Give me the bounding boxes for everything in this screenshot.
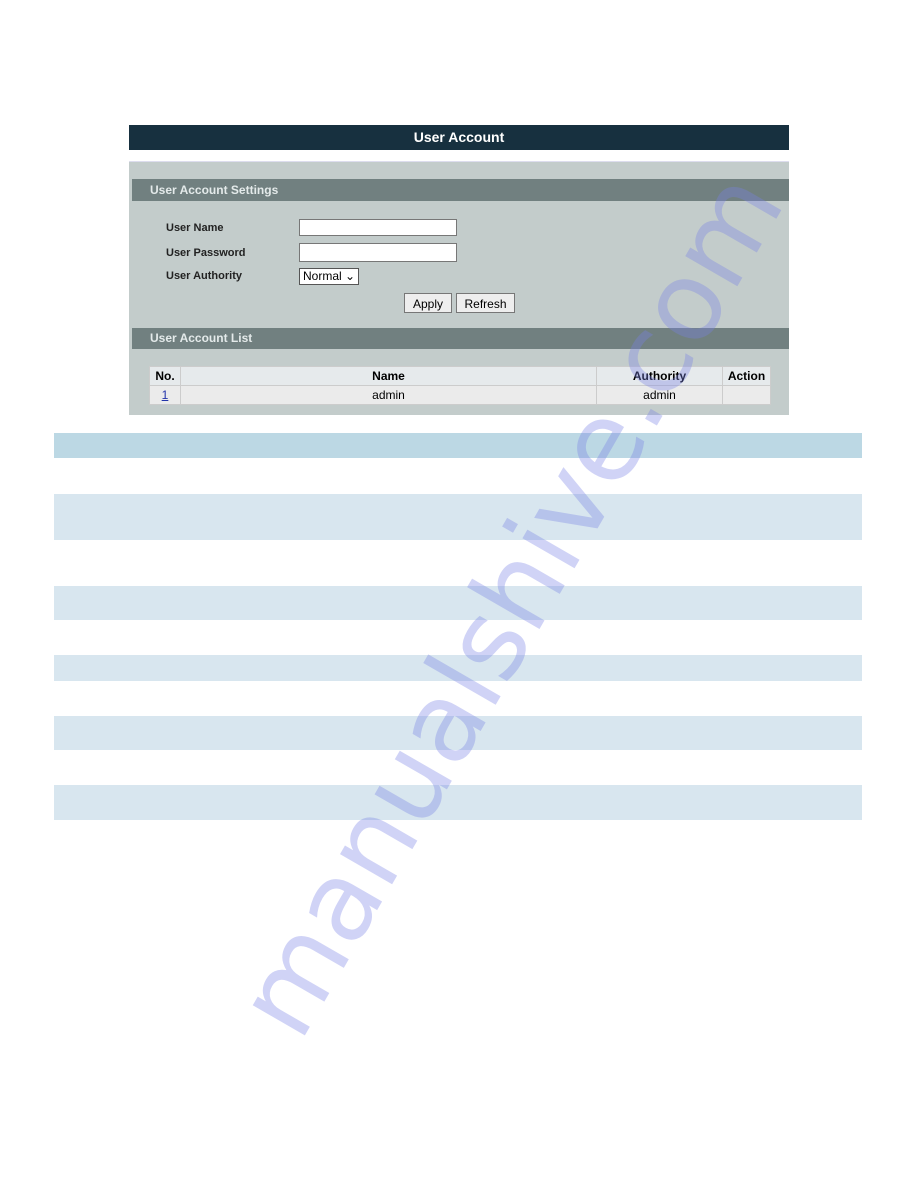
user-account-table: No. Name Authority Action 1 admin admin: [149, 366, 771, 405]
user-password-label: User Password: [166, 247, 246, 259]
user-authority-value: Normal: [303, 269, 342, 283]
row-no-link[interactable]: 1: [149, 385, 181, 405]
refresh-button[interactable]: Refresh: [456, 293, 515, 313]
table-row: 1 admin admin: [149, 385, 771, 405]
row-authority: admin: [596, 385, 723, 405]
settings-section-header: User Account Settings: [132, 179, 789, 201]
user-password-input[interactable]: [299, 243, 457, 262]
user-authority-select[interactable]: Normal ⌄: [299, 268, 359, 285]
table-band: [54, 586, 862, 620]
table-band: [54, 494, 862, 540]
table-header-band: [54, 433, 862, 458]
col-no: No.: [149, 366, 181, 386]
table-header-row: No. Name Authority Action: [149, 366, 771, 386]
user-account-panel: User Account Settings User Name User Pas…: [129, 161, 789, 415]
user-authority-label: User Authority: [166, 270, 242, 282]
col-authority: Authority: [596, 366, 723, 386]
apply-button[interactable]: Apply: [404, 293, 452, 313]
user-name-input[interactable]: [299, 219, 457, 236]
page: User Account User Account Settings User …: [0, 0, 918, 1188]
list-section-header: User Account List: [132, 328, 789, 349]
page-title: User Account: [129, 125, 789, 150]
col-name: Name: [180, 366, 597, 386]
col-action: Action: [722, 366, 771, 386]
table-band: [54, 655, 862, 681]
table-band: [54, 716, 862, 750]
row-action: [722, 385, 771, 405]
row-no[interactable]: 1: [162, 388, 169, 402]
chevron-down-icon: ⌄: [344, 269, 355, 283]
user-name-label: User Name: [166, 222, 224, 234]
table-band: [54, 785, 862, 820]
row-name: admin: [180, 385, 597, 405]
